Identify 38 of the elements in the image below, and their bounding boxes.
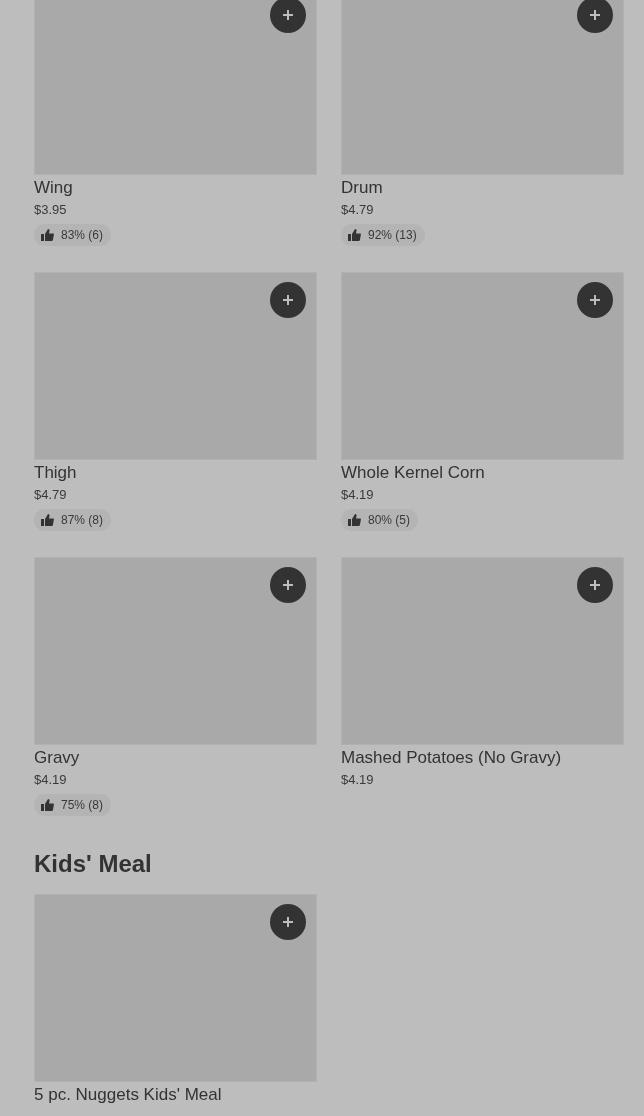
thumbs-up-icon — [41, 514, 54, 526]
item-price: $4.19 — [341, 486, 375, 504]
thumbs-up-icon — [41, 229, 54, 241]
add-button[interactable] — [270, 567, 306, 603]
plus-icon — [282, 916, 294, 928]
add-button[interactable] — [577, 282, 613, 318]
thumbs-up-icon — [41, 799, 54, 811]
add-button[interactable] — [270, 0, 306, 33]
item-name: 5 pc. Nuggets Kids' Meal — [34, 1085, 223, 1105]
item-price: $4.79 — [341, 201, 375, 219]
plus-icon — [282, 9, 294, 21]
plus-icon — [589, 579, 601, 591]
rating-text: 80% (5) — [368, 512, 411, 529]
item-price: $4.79 — [34, 486, 68, 504]
item-name: Thigh — [34, 463, 78, 483]
item-name: Drum — [341, 178, 384, 198]
item-name: Whole Kernel Corn — [341, 463, 486, 483]
add-button[interactable] — [270, 282, 306, 318]
rating-text: 83% (6) — [61, 227, 104, 244]
plus-icon — [589, 294, 601, 306]
item-name: Gravy — [34, 748, 81, 768]
item-price: $4.19 — [341, 771, 375, 789]
rating-text: 75% (8) — [61, 797, 104, 814]
add-button[interactable] — [577, 567, 613, 603]
thumbs-up-icon — [348, 229, 361, 241]
item-price: $4.19 — [34, 771, 68, 789]
rating-text: 92% (13) — [368, 227, 417, 244]
item-name: Wing — [34, 178, 74, 198]
item-name: Mashed Potatoes (No Gravy) — [341, 748, 563, 768]
plus-icon — [282, 294, 294, 306]
item-price: $3.95 — [34, 201, 68, 219]
add-button[interactable] — [270, 904, 306, 940]
rating-text: 87% (8) — [61, 512, 104, 529]
add-button[interactable] — [577, 0, 613, 33]
plus-icon — [282, 579, 294, 591]
plus-icon — [589, 9, 601, 21]
section-heading: Kids' Meal — [34, 849, 153, 879]
thumbs-up-icon — [348, 514, 361, 526]
